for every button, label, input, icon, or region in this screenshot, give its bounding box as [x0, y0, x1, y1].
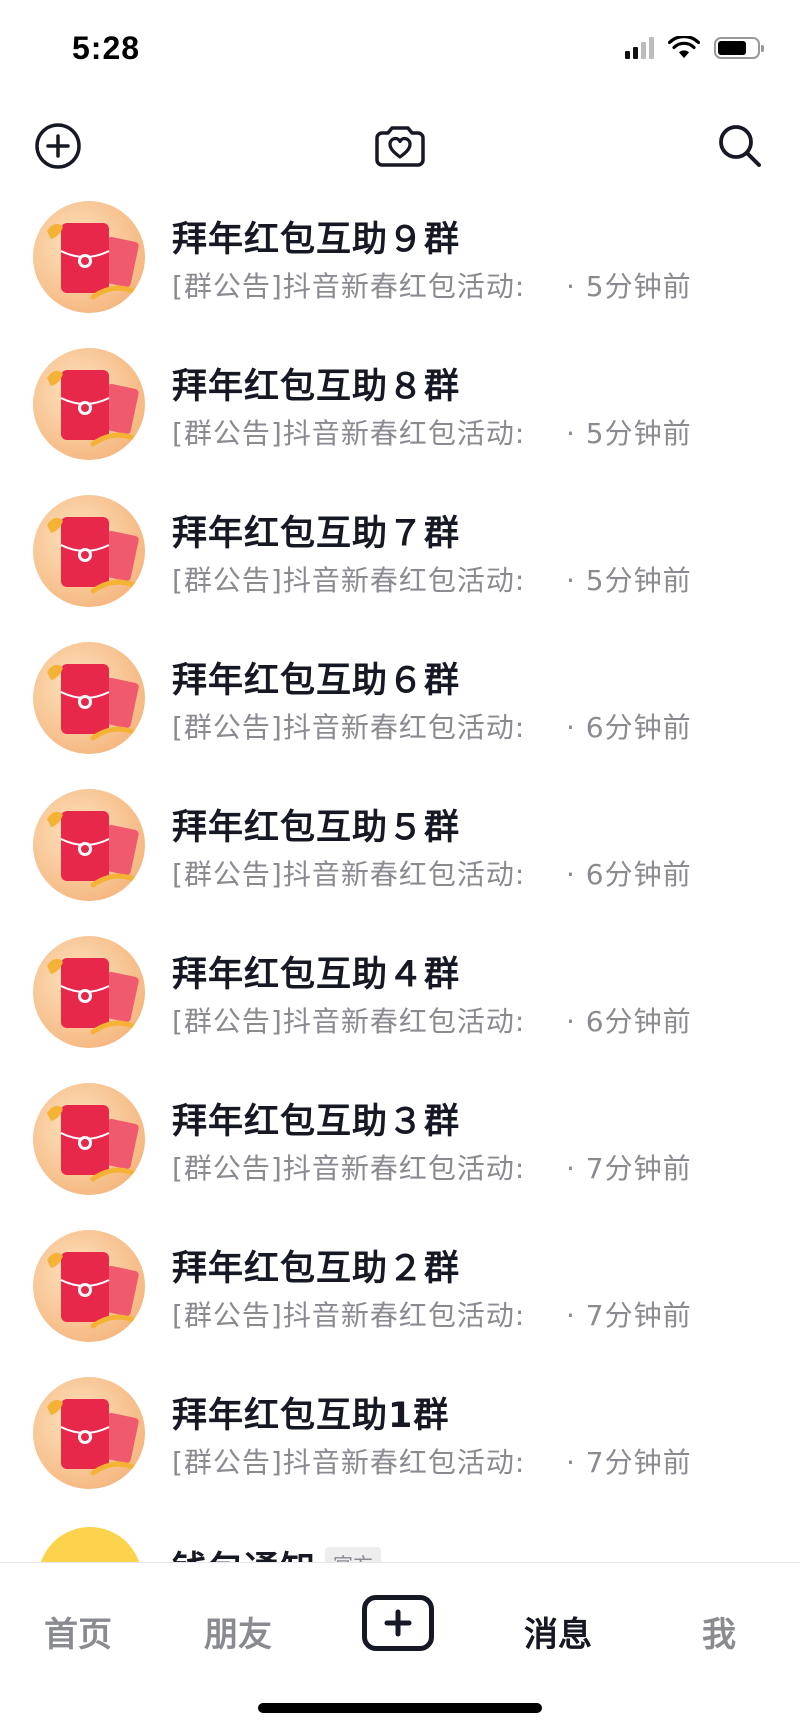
- red-envelope-icon: [47, 223, 139, 300]
- red-envelope-icon: [47, 1105, 139, 1182]
- chat-preview: [群公告]抖音新春红包活动:: [172, 1446, 526, 1479]
- home-indicator[interactable]: [258, 1703, 542, 1713]
- status-icons: [625, 36, 764, 60]
- red-envelope-icon: [47, 664, 139, 741]
- messages-screen: 5:28 拜年红包互助９群 [群公告]抖音新春红包活动: · 5分钟前 拜年红包…: [0, 0, 800, 1731]
- chat-preview: [群公告]抖音新春红包活动:: [172, 711, 526, 744]
- chat-item[interactable]: 拜年红包互助９群 [群公告]抖音新春红包活动: · 5分钟前: [0, 195, 800, 342]
- tab-home[interactable]: 首页: [44, 1607, 112, 1656]
- search-button[interactable]: [712, 118, 768, 174]
- chat-item[interactable]: 拜年红包互助８群 [群公告]抖音新春红包活动: · 5分钟前: [0, 342, 800, 489]
- avatar: [33, 1377, 145, 1489]
- avatar: [33, 201, 145, 313]
- chat-title: 拜年红包互助４群: [172, 955, 461, 995]
- chat-list: 拜年红包互助９群 [群公告]抖音新春红包活动: · 5分钟前 拜年红包互助８群 …: [0, 195, 800, 1518]
- avatar: [33, 1083, 145, 1195]
- chat-item-wallet-notice[interactable]: 钱包通知 官方: [0, 1525, 800, 1565]
- tab-friends[interactable]: 朋友: [204, 1607, 272, 1656]
- chat-time: · 6分钟前: [566, 1005, 692, 1038]
- avatar: [33, 642, 145, 754]
- avatar: [33, 348, 145, 460]
- avatar: [33, 936, 145, 1048]
- red-envelope-icon: [47, 370, 139, 447]
- avatar: [33, 789, 145, 901]
- tab-me[interactable]: 我: [702, 1607, 736, 1656]
- add-circle-icon: [35, 123, 81, 169]
- friends-story-button[interactable]: [372, 118, 428, 174]
- status-time: 5:28: [72, 30, 141, 66]
- chat-title: 拜年红包互助３群: [172, 1102, 461, 1142]
- chat-title: 拜年红包互助８群: [172, 367, 461, 407]
- battery-icon: [714, 37, 764, 59]
- chat-title: 拜年红包互助６群: [172, 661, 461, 701]
- plus-icon: [384, 1609, 412, 1637]
- add-button[interactable]: [30, 118, 86, 174]
- chat-item[interactable]: 拜年红包互助７群 [群公告]抖音新春红包活动: · 5分钟前: [0, 489, 800, 636]
- avatar: [33, 495, 145, 607]
- chat-time: · 6分钟前: [566, 711, 692, 744]
- chat-preview: [群公告]抖音新春红包活动:: [172, 1299, 526, 1332]
- chat-preview: [群公告]抖音新春红包活动:: [172, 270, 526, 303]
- heart-camera-icon: [375, 126, 425, 167]
- top-nav: [0, 110, 800, 180]
- chat-time: · 7分钟前: [566, 1152, 692, 1185]
- chat-time: · 5分钟前: [566, 270, 692, 303]
- chat-time: · 7分钟前: [566, 1299, 692, 1332]
- chat-time: · 5分钟前: [566, 417, 692, 450]
- chat-item[interactable]: 拜年红包互助５群 [群公告]抖音新春红包活动: · 6分钟前: [0, 783, 800, 930]
- chat-item[interactable]: 拜年红包互助６群 [群公告]抖音新春红包活动: · 6分钟前: [0, 636, 800, 783]
- chat-item[interactable]: 拜年红包互助３群 [群公告]抖音新春红包活动: · 7分钟前: [0, 1077, 800, 1224]
- chat-preview: [群公告]抖音新春红包活动:: [172, 1152, 526, 1185]
- search-icon: [719, 125, 761, 167]
- chat-title: 拜年红包互助1群: [172, 1396, 450, 1436]
- red-envelope-icon: [47, 1399, 139, 1476]
- chat-title: 拜年红包互助９群: [172, 220, 461, 260]
- red-envelope-icon: [47, 517, 139, 594]
- chat-preview: [群公告]抖音新春红包活动:: [172, 1005, 526, 1038]
- chat-item[interactable]: 拜年红包互助４群 [群公告]抖音新春红包活动: · 6分钟前: [0, 930, 800, 1077]
- avatar: [38, 1527, 142, 1565]
- wifi-icon: [668, 36, 700, 58]
- red-envelope-icon: [47, 1252, 139, 1329]
- avatar: [33, 1230, 145, 1342]
- chat-preview: [群公告]抖音新春红包活动:: [172, 417, 526, 450]
- status-bar: 5:28: [0, 0, 800, 100]
- chat-title: 拜年红包互助７群: [172, 514, 461, 554]
- chat-item[interactable]: 拜年红包互助２群 [群公告]抖音新春红包活动: · 7分钟前: [0, 1224, 800, 1371]
- signal-icon: [625, 37, 654, 59]
- red-envelope-icon: [47, 958, 139, 1035]
- red-envelope-icon: [47, 811, 139, 888]
- chat-time: · 5分钟前: [566, 564, 692, 597]
- chat-time: · 7分钟前: [566, 1446, 692, 1479]
- create-button[interactable]: [362, 1595, 434, 1651]
- chat-preview: [群公告]抖音新春红包活动:: [172, 564, 526, 597]
- chat-preview: [群公告]抖音新春红包活动:: [172, 858, 526, 891]
- chat-title: 拜年红包互助２群: [172, 1249, 461, 1289]
- chat-title: 拜年红包互助５群: [172, 808, 461, 848]
- chat-time: · 6分钟前: [566, 858, 692, 891]
- tab-messages[interactable]: 消息: [524, 1607, 592, 1656]
- chat-item[interactable]: 拜年红包互助1群 [群公告]抖音新春红包活动: · 7分钟前: [0, 1371, 800, 1518]
